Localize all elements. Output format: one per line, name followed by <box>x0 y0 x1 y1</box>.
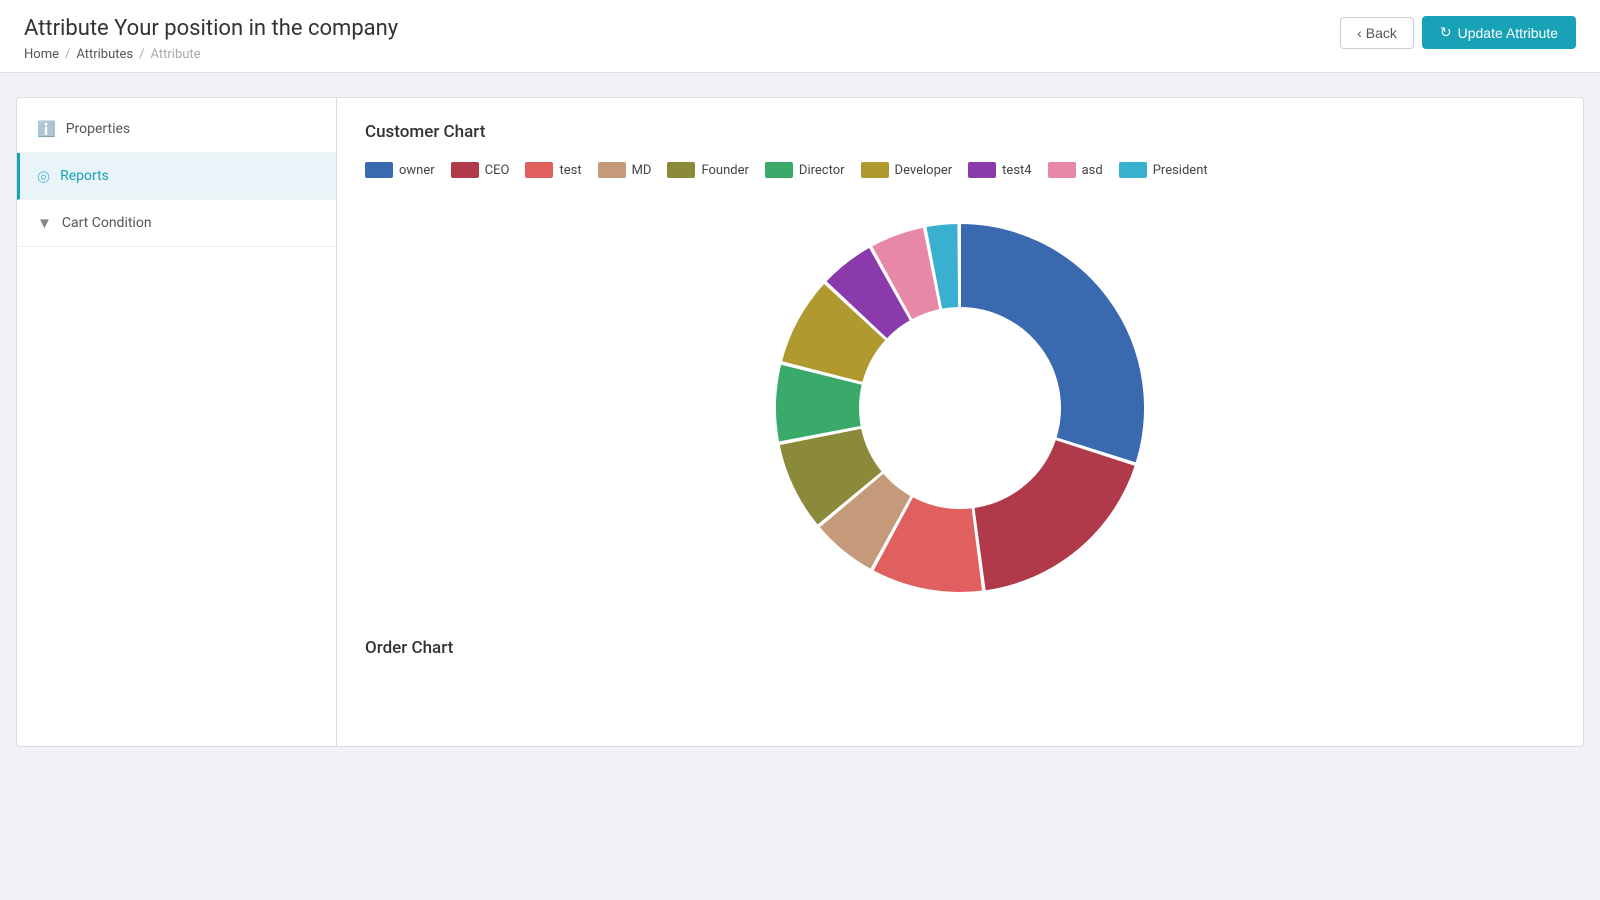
back-button[interactable]: ‹ Back <box>1340 17 1414 49</box>
sidebar-item-properties[interactable]: ℹ️ Properties <box>17 106 336 153</box>
filter-icon: ▼ <box>37 214 52 232</box>
legend-item-md: MD <box>598 162 652 178</box>
legend-label-ceo: CEO <box>485 163 510 178</box>
legend-label-test4: test4 <box>1002 163 1031 178</box>
legend-item-president: President <box>1119 162 1208 178</box>
legend-label-president: President <box>1153 163 1208 178</box>
sidebar-item-cart-condition[interactable]: ▼ Cart Condition <box>17 200 336 247</box>
chart-container <box>365 198 1555 618</box>
legend-label-developer: Developer <box>895 163 953 178</box>
legend-label-owner: owner <box>399 163 435 178</box>
customer-chart-title: Customer Chart <box>365 122 1555 142</box>
page-header: Attribute Your position in the company H… <box>0 0 1600 73</box>
legend-color-md <box>598 162 626 178</box>
legend-label-md: MD <box>632 163 652 178</box>
legend-item-test: test <box>525 162 581 178</box>
header-actions: ‹ Back ↻ Update Attribute <box>1340 16 1576 49</box>
donut-center-circle <box>860 308 1060 508</box>
legend-color-founder <box>667 162 695 178</box>
legend-item-founder: Founder <box>667 162 748 178</box>
breadcrumb-home[interactable]: Home <box>24 47 59 62</box>
legend-color-president <box>1119 162 1147 178</box>
legend-item-ceo: CEO <box>451 162 510 178</box>
legend-label-asd: asd <box>1082 163 1103 178</box>
breadcrumb-current: Attribute <box>151 47 201 62</box>
sidebar-item-reports[interactable]: ◎ Reports <box>17 153 336 200</box>
update-attribute-button[interactable]: ↻ Update Attribute <box>1422 16 1576 49</box>
refresh-icon: ↻ <box>1440 24 1452 41</box>
legend-item-asd: asd <box>1048 162 1103 178</box>
page-title: Attribute Your position in the company <box>24 16 398 41</box>
content-panel: Customer Chart owner CEO test MD Founder… <box>337 98 1583 746</box>
legend-label-founder: Founder <box>701 163 748 178</box>
legend-label-director: Director <box>799 163 845 178</box>
chart-icon: ◎ <box>37 167 50 185</box>
legend-color-director <box>765 162 793 178</box>
legend-color-ceo <box>451 162 479 178</box>
legend-color-owner <box>365 162 393 178</box>
legend-color-test <box>525 162 553 178</box>
main-content: ℹ️ Properties ◎ Reports ▼ Cart Condition… <box>16 97 1584 747</box>
legend-item-owner: owner <box>365 162 435 178</box>
donut-chart-svg <box>750 198 1170 618</box>
breadcrumb: Home / Attributes / Attribute <box>24 47 398 62</box>
breadcrumb-attributes[interactable]: Attributes <box>76 47 133 62</box>
legend-item-director: Director <box>765 162 845 178</box>
order-chart-title: Order Chart <box>365 638 1555 658</box>
info-icon: ℹ️ <box>37 120 56 138</box>
legend-label-test: test <box>559 163 581 178</box>
chart-legend: owner CEO test MD Founder Director Devel… <box>365 162 1555 178</box>
legend-item-developer: Developer <box>861 162 953 178</box>
legend-color-asd <box>1048 162 1076 178</box>
chevron-left-icon: ‹ <box>1357 25 1362 41</box>
sidebar: ℹ️ Properties ◎ Reports ▼ Cart Condition <box>17 98 337 746</box>
legend-color-developer <box>861 162 889 178</box>
legend-item-test4: test4 <box>968 162 1031 178</box>
legend-color-test4 <box>968 162 996 178</box>
